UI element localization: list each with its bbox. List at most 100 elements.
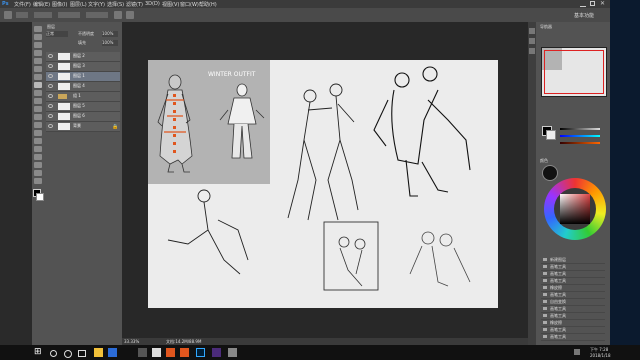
eye-icon[interactable]	[48, 54, 53, 58]
brush-tool-icon[interactable]	[34, 82, 42, 88]
history-item[interactable]: 画笔工具	[541, 333, 605, 341]
color-picker-square[interactable]	[560, 194, 590, 224]
move-tool-icon[interactable]	[34, 26, 42, 32]
menu-3d[interactable]: 3D(D)	[145, 1, 160, 7]
menu-image[interactable]: 图像(I)	[52, 1, 67, 8]
opacity-field[interactable]: 100%	[102, 31, 118, 37]
brushes-panel-icon[interactable]	[529, 48, 535, 54]
history-panel-icon[interactable]	[529, 28, 535, 34]
hand-tool-icon[interactable]	[34, 170, 42, 176]
menu-view[interactable]: 视图(V)	[162, 1, 179, 8]
right-background-swatch[interactable]	[546, 130, 556, 140]
menu-window[interactable]: 窗口(W)	[180, 1, 199, 8]
close-icon[interactable]: ✕	[600, 0, 605, 7]
orange-slider[interactable]	[560, 142, 600, 144]
winter-outfit-title: WINTER OUTFIT	[208, 71, 256, 78]
left-gutter	[0, 22, 32, 345]
workspace-switcher[interactable]: 基本功能	[574, 12, 594, 19]
maximize-icon[interactable]	[590, 1, 595, 6]
navigator-tab[interactable]: 导航器	[540, 24, 552, 30]
menu-type[interactable]: 文字(Y)	[88, 1, 105, 8]
taskbar-app-icon[interactable]	[180, 348, 189, 357]
panel-dock-strip	[528, 22, 536, 345]
navigator-preview[interactable]	[541, 47, 607, 97]
blur-tool-icon[interactable]	[34, 122, 42, 128]
actions-panel-icon[interactable]	[529, 38, 535, 44]
ps-logo-icon[interactable]: Ps	[2, 1, 9, 7]
menu-file[interactable]: 文件(F)	[14, 1, 31, 8]
crop-tool-icon[interactable]	[34, 58, 42, 64]
taskbar-app-icon[interactable]	[138, 348, 147, 357]
eye-icon[interactable]	[48, 84, 53, 88]
notification-tray-icon[interactable]	[574, 349, 580, 355]
flow-field[interactable]	[86, 12, 108, 18]
color-tab[interactable]: 颜色	[540, 158, 548, 164]
layer-row[interactable]: 图层 3	[46, 62, 120, 72]
eyedropper-tool-icon[interactable]	[34, 66, 42, 72]
marquee-tool-icon[interactable]	[34, 34, 42, 40]
layer-row[interactable]: 图层 5	[46, 102, 120, 112]
cortana-icon[interactable]	[64, 350, 72, 358]
eye-icon[interactable]	[48, 74, 53, 78]
file-explorer-icon[interactable]	[94, 348, 103, 357]
document-canvas[interactable]: WINTER OUTFIT	[148, 60, 498, 308]
layers-tab[interactable]: 图层	[47, 24, 55, 30]
navigator-view-box[interactable]	[544, 50, 604, 94]
taskbar-app-icon[interactable]	[212, 348, 221, 357]
search-icon[interactable]	[50, 350, 57, 357]
pressure-icon[interactable]	[126, 11, 134, 19]
layer-row[interactable]: 图层 4	[46, 82, 120, 92]
layer-row[interactable]: 图层 2	[46, 52, 120, 62]
clock-date[interactable]: 2018/1/18	[590, 353, 611, 358]
minimize-icon[interactable]	[580, 1, 586, 7]
brush-preset-icon[interactable]	[4, 11, 12, 19]
mode-dropdown[interactable]	[34, 12, 52, 18]
eye-icon[interactable]	[48, 104, 53, 108]
photoshop-taskbar-icon[interactable]	[196, 348, 205, 357]
eye-icon[interactable]	[48, 114, 53, 118]
gray-slider[interactable]	[560, 128, 600, 130]
taskbar-app-icon[interactable]	[152, 348, 161, 357]
menu-edit[interactable]: 编辑(E)	[33, 1, 50, 8]
menu-layer[interactable]: 图层(L)	[70, 1, 87, 8]
eraser-tool-icon[interactable]	[34, 106, 42, 112]
taskbar-app-icon[interactable]	[228, 348, 237, 357]
airbrush-icon[interactable]	[114, 11, 122, 19]
fill-field[interactable]: 100%	[102, 40, 118, 46]
current-color-circle[interactable]	[542, 165, 558, 181]
healing-tool-icon[interactable]	[34, 74, 42, 80]
background-color-swatch[interactable]	[36, 193, 44, 201]
dodge-tool-icon[interactable]	[34, 130, 42, 136]
eye-icon[interactable]	[48, 64, 53, 68]
layer-group-row[interactable]: 组 1	[46, 92, 120, 102]
pen-tool-icon[interactable]	[34, 138, 42, 144]
layer-row-background[interactable]: 背景 🔒	[46, 122, 120, 132]
task-view-icon[interactable]	[78, 350, 86, 357]
layer-thumbnail	[58, 103, 70, 110]
taskbar-app-icon[interactable]	[166, 348, 175, 357]
eye-icon[interactable]	[48, 124, 53, 128]
layer-thumbnail	[58, 53, 70, 60]
edge-browser-icon[interactable]	[108, 348, 117, 357]
quick-select-tool-icon[interactable]	[34, 50, 42, 56]
menu-filter[interactable]: 滤镜(T)	[126, 1, 143, 8]
zoom-level[interactable]: 33.33%	[124, 339, 139, 344]
clone-stamp-tool-icon[interactable]	[34, 90, 42, 96]
layer-row[interactable]: 图层 6	[46, 112, 120, 122]
shape-tool-icon[interactable]	[34, 162, 42, 168]
menu-help[interactable]: 帮助(H)	[199, 1, 217, 8]
history-brush-tool-icon[interactable]	[34, 98, 42, 104]
type-tool-icon[interactable]	[34, 146, 42, 152]
zoom-tool-icon[interactable]	[34, 178, 42, 184]
gradient-tool-icon[interactable]	[34, 114, 42, 120]
lasso-tool-icon[interactable]	[34, 42, 42, 48]
windows-start-icon[interactable]: ⊞	[34, 348, 43, 357]
layer-row-selected[interactable]: 图层 1	[46, 72, 120, 82]
opacity-field[interactable]	[58, 12, 80, 18]
path-select-tool-icon[interactable]	[34, 154, 42, 160]
menu-select[interactable]: 选择(S)	[107, 1, 124, 8]
eye-icon[interactable]	[48, 94, 53, 98]
brush-size-dropdown[interactable]	[16, 12, 28, 18]
blue-slider[interactable]	[560, 135, 600, 137]
blend-mode-dropdown[interactable]: 正常	[46, 31, 68, 37]
